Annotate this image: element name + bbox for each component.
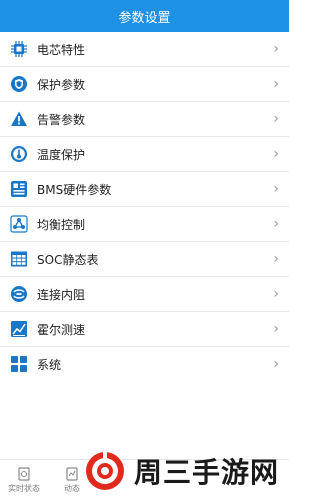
menu-item-hall-speed[interactable]: 霍尔测速 › [0, 312, 289, 347]
resistance-icon [10, 285, 28, 303]
watermark-text: 周三手游网 [133, 456, 279, 489]
tab-realtime-status[interactable]: 实时状态 [0, 460, 48, 500]
page-title: 参数设置 [118, 10, 171, 26]
menu-item-label: SOC静态表 [37, 252, 99, 267]
chevron-right-icon: › [273, 181, 279, 197]
tab-label: 实时状态 [8, 483, 40, 493]
menu-item-label: 霍尔测速 [37, 322, 86, 337]
dynamic-icon [66, 466, 78, 481]
chevron-right-icon: › [273, 286, 279, 302]
menu-item-label: 电芯特性 [37, 42, 86, 57]
menu-item-protection-params[interactable]: 保护参数 › [0, 67, 289, 102]
shield-icon [10, 75, 28, 93]
menu-item-connection-resistance[interactable]: 连接内阻 › [0, 277, 289, 312]
menu-item-soc-static-table[interactable]: SOC静态表 › [0, 242, 289, 277]
settings-menu: 电芯特性 › 保护参数 › 告警参数 › 温度保护 › BMS硬件参数 › 均衡… [0, 32, 289, 382]
system-grid-icon [10, 355, 28, 373]
chevron-right-icon: › [273, 111, 279, 127]
chip-icon [10, 40, 28, 58]
menu-item-label: 连接内阻 [37, 287, 86, 302]
top-bar: 参数设置 [0, 0, 289, 32]
menu-item-temperature-protection[interactable]: 温度保护 › [0, 137, 289, 172]
menu-item-label: 保护参数 [37, 77, 86, 92]
speed-chart-icon [10, 320, 28, 338]
table-icon [10, 250, 28, 268]
menu-item-cell-characteristics[interactable]: 电芯特性 › [0, 32, 289, 67]
menu-item-label: 均衡控制 [37, 217, 86, 232]
chevron-right-icon: › [273, 216, 279, 232]
menu-item-label: BMS硬件参数 [37, 182, 112, 197]
chevron-right-icon: › [273, 251, 279, 267]
chevron-right-icon: › [273, 321, 279, 337]
menu-item-balance-control[interactable]: 均衡控制 › [0, 207, 289, 242]
hardware-grid-icon [10, 180, 28, 198]
temperature-gauge-icon [10, 145, 28, 163]
watermark: 周三手游网 [84, 450, 279, 492]
menu-item-bms-hardware-params[interactable]: BMS硬件参数 › [0, 172, 289, 207]
menu-item-label: 告警参数 [37, 112, 86, 127]
menu-item-label: 系统 [37, 357, 62, 372]
tab-label: 动态 [64, 483, 80, 493]
warning-icon [10, 110, 28, 128]
menu-item-system[interactable]: 系统 › [0, 347, 289, 382]
realtime-icon [18, 466, 30, 481]
chevron-right-icon: › [273, 356, 279, 372]
watermark-logo-icon [85, 450, 124, 490]
menu-item-label: 温度保护 [37, 147, 86, 162]
chevron-right-icon: › [273, 146, 279, 162]
menu-item-alarm-params[interactable]: 告警参数 › [0, 102, 289, 137]
chevron-right-icon: › [273, 76, 279, 92]
balance-network-icon [10, 215, 28, 233]
chevron-right-icon: › [273, 41, 279, 57]
